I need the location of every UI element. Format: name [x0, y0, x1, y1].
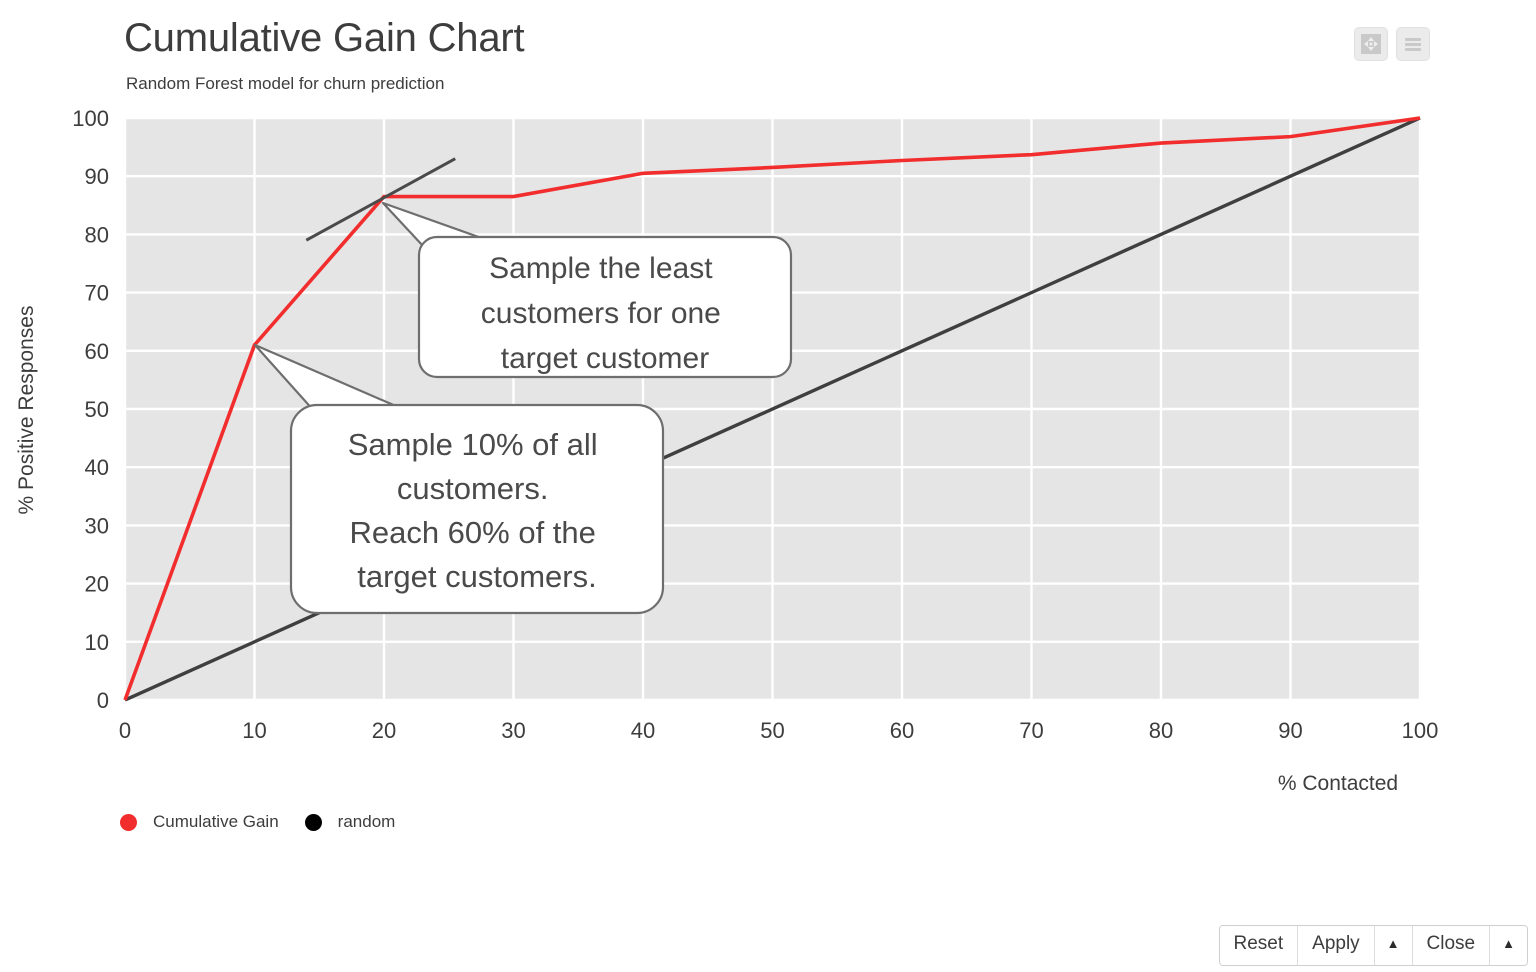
x-tick-label: 20: [372, 718, 396, 743]
y-tick-label: 70: [85, 281, 109, 306]
legend-item-random[interactable]: random: [304, 812, 396, 832]
y-tick-label: 60: [85, 339, 109, 364]
x-tick-label: 70: [1019, 718, 1043, 743]
apply-button[interactable]: Apply: [1298, 926, 1375, 965]
y-tick-label: 20: [85, 572, 109, 597]
x-tick-label: 100: [1402, 718, 1439, 743]
apply-caret-icon[interactable]: ▲: [1374, 926, 1413, 965]
y-tick-label: 50: [85, 397, 109, 422]
y-tick-label: 40: [85, 455, 109, 480]
x-axis-tick-labels: 0 10 20 30 40 50 60 70 80 90 100: [119, 718, 1438, 743]
x-axis-title: % Contacted: [1278, 772, 1398, 795]
x-tick-label: 10: [242, 718, 266, 743]
x-tick-label: 30: [501, 718, 525, 743]
y-tick-label: 80: [85, 222, 109, 247]
reset-button[interactable]: Reset: [1219, 926, 1299, 965]
cumulative-gain-chart-panel: Cumulative Gain Chart Random Forest mode…: [0, 0, 1536, 972]
callout-least-customers-text: Sample the least customers for one targe…: [481, 252, 729, 375]
y-axis-tick-labels: 0 10 20 30 40 50 60 70 80 90 100: [72, 106, 109, 713]
close-button[interactable]: Close: [1412, 926, 1491, 965]
y-tick-label: 0: [97, 688, 109, 713]
x-tick-label: 40: [631, 718, 655, 743]
x-tick-label: 0: [119, 718, 131, 743]
legend-item-label: random: [337, 812, 396, 831]
bottom-toolbar: Reset Apply ▲ Close ▲: [1218, 925, 1528, 966]
x-tick-label: 60: [890, 718, 914, 743]
close-caret-icon[interactable]: ▲: [1490, 926, 1527, 965]
x-tick-label: 90: [1278, 718, 1302, 743]
legend-marker-icon: [120, 813, 137, 831]
legend-item-cumulative-gain[interactable]: Cumulative Gain: [120, 812, 279, 832]
legend-item-label: Cumulative Gain: [153, 812, 279, 831]
plot-area: 0 10 20 30 40 50 60 70 80 90 100 0 10 20 30 40 50 60 70 80…: [0, 0, 1536, 810]
y-axis-title: % Positive Responses: [15, 306, 38, 515]
legend-marker-icon: [304, 813, 322, 831]
x-tick-label: 80: [1149, 718, 1173, 743]
y-tick-label: 100: [72, 106, 109, 131]
chart-legend: Cumulative Gain random: [120, 812, 421, 832]
y-tick-label: 90: [85, 164, 109, 189]
x-tick-label: 50: [760, 718, 784, 743]
y-tick-label: 10: [85, 630, 109, 655]
y-tick-label: 30: [85, 513, 109, 538]
